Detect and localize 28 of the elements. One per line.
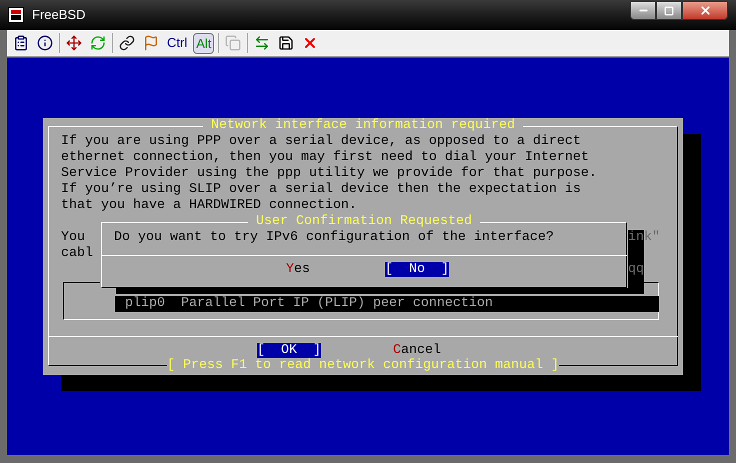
- dialog-text: Do you want to try IPv6 configuration of the interface?: [114, 230, 554, 246]
- dialog-text: ethernet connection, then you may first need to dial your Internet: [61, 150, 589, 166]
- dialog-button[interactable]: Yes: [286, 262, 310, 277]
- dialog-text: Service Provider using the ppp utility we provide for that purpose.: [61, 166, 597, 182]
- link-icon[interactable]: [117, 33, 137, 53]
- modifier-key[interactable]: Ctrl: [165, 32, 190, 54]
- dialog-button[interactable]: Cancel: [393, 343, 441, 358]
- dialog-text: If you’re using SLIP over a serial device then the expectation is: [61, 182, 581, 198]
- dialog-title: Network interface information required: [203, 118, 523, 134]
- fullscreen-icon[interactable]: [64, 33, 84, 53]
- close-button[interactable]: [682, 1, 728, 20]
- maximize-icon: [664, 6, 674, 16]
- dialog-text: cabl: [61, 246, 93, 262]
- dialog-button[interactable]: [ No ]: [385, 262, 449, 277]
- window-title: FreeBSD: [32, 6, 86, 24]
- help-text: [ Press F1 to read network configuration manual ]: [167, 358, 559, 374]
- dialog-button[interactable]: [ OK ]: [257, 343, 321, 358]
- dialog-text: that you have a HARDWIRED connection.: [61, 198, 357, 214]
- minimize-button[interactable]: [630, 1, 656, 20]
- dialog-title: User Confirmation Requested: [248, 214, 480, 230]
- dialog-text: If you are using PPP over a serial device, as opposed to a direct: [61, 134, 581, 150]
- dialog-text: qq: [628, 262, 644, 278]
- dialog-text: You: [61, 230, 85, 246]
- info-icon[interactable]: [35, 33, 55, 53]
- app-icon: [8, 7, 24, 23]
- list-item[interactable]: plip0 Parallel Port IP (PLIP) peer connection: [115, 296, 659, 312]
- maximize-button[interactable]: [656, 1, 682, 20]
- close-icon: [698, 4, 712, 17]
